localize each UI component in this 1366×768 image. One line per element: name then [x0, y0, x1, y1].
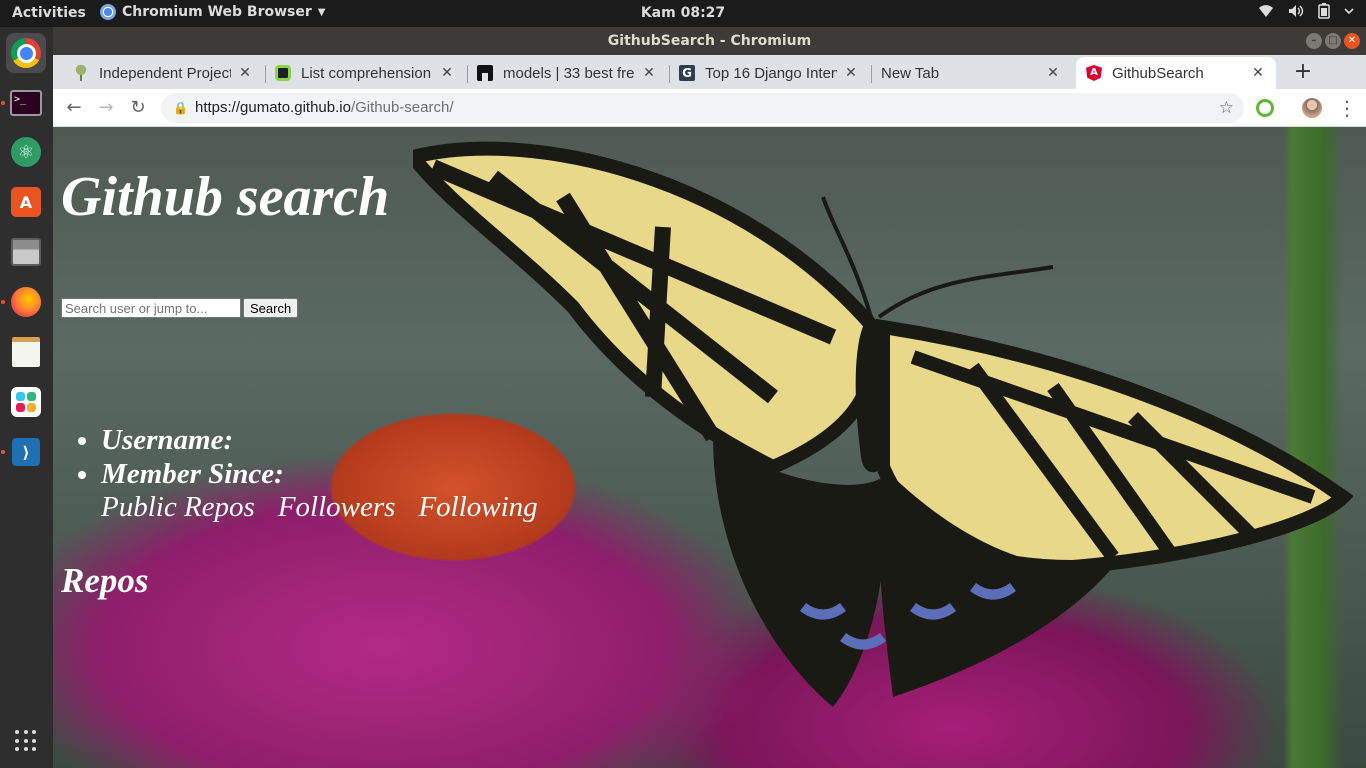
gnome-top-bar: Activities Chromium Web Browser ▼ Kam 08…: [0, 0, 1366, 27]
search-button[interactable]: Search: [243, 298, 299, 318]
dock-firefox[interactable]: [6, 282, 46, 322]
page-title: Github search: [61, 166, 390, 228]
dock-slack[interactable]: [6, 382, 46, 422]
bookmark-star-icon[interactable]: ☆: [1219, 93, 1234, 123]
tab-title: List comprehension: [301, 64, 432, 82]
text-editor-icon: [12, 337, 40, 367]
page-viewport: Github search Search Username: Member Si…: [53, 127, 1366, 768]
tab-strip: Independent Project ✕ List comprehension…: [53, 55, 1366, 89]
lock-icon[interactable]: 🔒: [173, 93, 188, 123]
firefox-icon: [11, 287, 41, 317]
search-input[interactable]: [61, 298, 241, 318]
tab-close-icon[interactable]: ✕: [1250, 65, 1266, 81]
vscode-icon: ⟩: [12, 438, 40, 466]
browser-toolbar: ← → ↻ 🔒 https://gumato.github.io/Github-…: [53, 89, 1366, 127]
extension-icon[interactable]: [1256, 99, 1274, 117]
dock-files[interactable]: [6, 232, 46, 272]
dock-chromium[interactable]: [6, 33, 46, 73]
forward-button[interactable]: →: [93, 95, 119, 121]
chromium-window: GithubSearch - Chromium – □ ✕ Independen…: [53, 27, 1366, 768]
app-menu-label: Chromium Web Browser: [122, 4, 312, 20]
url-path: /Github-search/: [350, 99, 454, 116]
dock-vscode[interactable]: ⟩: [6, 432, 46, 472]
url-host: https://gumato.github.io: [195, 99, 351, 116]
following-stat: Following: [418, 491, 538, 523]
app-grid-icon: [15, 730, 37, 752]
caret-down-icon: ▼: [317, 6, 326, 18]
public-repos-stat: Public Repos: [101, 491, 255, 523]
tab-list-comprehension[interactable]: List comprehension ✕: [265, 57, 465, 89]
dark-cube-icon: [477, 65, 493, 81]
battery-icon: [1318, 3, 1330, 19]
address-bar[interactable]: 🔒 https://gumato.github.io/Github-search…: [161, 93, 1244, 123]
atom-icon: ⚛: [11, 137, 41, 167]
followers-stat: Followers: [277, 491, 396, 523]
plant-icon: [73, 65, 89, 81]
running-indicator: [1, 101, 5, 105]
tab-title: models | 33 best free: [503, 64, 635, 82]
tab-new-tab[interactable]: New Tab ✕: [871, 57, 1071, 89]
dock-atom[interactable]: ⚛: [6, 132, 46, 172]
url-text: https://gumato.github.io/Github-search/: [195, 93, 453, 123]
g-icon: G: [679, 65, 695, 81]
software-center-icon: A: [11, 187, 41, 217]
tab-title: Independent Project: [99, 64, 231, 82]
member-since-field: Member Since:: [101, 457, 284, 491]
dock-text-editor[interactable]: [6, 332, 46, 372]
back-button[interactable]: ←: [61, 95, 87, 121]
profile-stats: Public Repos Followers Following: [101, 491, 538, 524]
maximize-button[interactable]: □: [1325, 33, 1341, 49]
app-menu[interactable]: Chromium Web Browser ▼: [100, 4, 325, 20]
tab-title: New Tab: [881, 64, 940, 82]
running-indicator: [1, 300, 5, 304]
repos-heading: Repos: [61, 561, 149, 600]
show-applications-button[interactable]: [6, 721, 46, 761]
tab-close-icon[interactable]: ✕: [1045, 65, 1061, 81]
window-titlebar[interactable]: GithubSearch - Chromium – □ ✕: [53, 27, 1366, 55]
profile-avatar[interactable]: [1302, 98, 1322, 118]
wifi-icon: [1259, 5, 1273, 17]
tab-title: Top 16 Django Interv: [705, 64, 837, 82]
dock-terminal[interactable]: >_: [6, 83, 46, 123]
activities-button[interactable]: Activities: [12, 5, 86, 21]
running-indicator: [1, 450, 5, 454]
system-tray[interactable]: [1258, 3, 1354, 19]
window-title: GithubSearch - Chromium: [607, 33, 812, 49]
tab-independent-project[interactable]: Independent Project ✕: [63, 57, 263, 89]
tab-title: GithubSearch: [1112, 64, 1204, 82]
files-icon: [11, 238, 41, 266]
chromium-icon: [100, 4, 116, 20]
tab-close-icon[interactable]: ✕: [843, 65, 859, 81]
username-field: Username:: [101, 423, 284, 457]
slack-icon: [11, 387, 41, 417]
tab-close-icon[interactable]: ✕: [641, 65, 657, 81]
tab-githubsearch[interactable]: A GithubSearch ✕: [1076, 57, 1276, 89]
profile-details-list: Username: Member Since:: [101, 423, 284, 491]
close-window-button[interactable]: ✕: [1344, 33, 1360, 49]
new-tab-button[interactable]: +: [1290, 59, 1316, 85]
search-form: Search: [61, 298, 299, 318]
butterfly-background-image: [413, 141, 1353, 707]
tab-django-interview[interactable]: G Top 16 Django Interv ✕: [669, 57, 869, 89]
dock-software[interactable]: A: [6, 182, 46, 222]
reload-button[interactable]: ↻: [125, 95, 151, 121]
terminal-icon: >_: [10, 90, 42, 116]
angular-icon: A: [1086, 65, 1102, 81]
chromium-icon: [11, 38, 41, 68]
ubuntu-dock: >_ ⚛ A ⟩: [0, 27, 53, 768]
tab-close-icon[interactable]: ✕: [439, 65, 455, 81]
volume-icon: [1289, 5, 1304, 17]
power-menu-icon: [1344, 8, 1354, 15]
window-controls: – □ ✕: [1306, 33, 1360, 49]
minimize-button[interactable]: –: [1306, 33, 1322, 49]
tab-models[interactable]: models | 33 best free ✕: [467, 57, 667, 89]
menu-kebab-icon[interactable]: ⋮: [1337, 95, 1357, 121]
green-github-icon: [275, 65, 291, 81]
tab-close-icon[interactable]: ✕: [237, 65, 253, 81]
